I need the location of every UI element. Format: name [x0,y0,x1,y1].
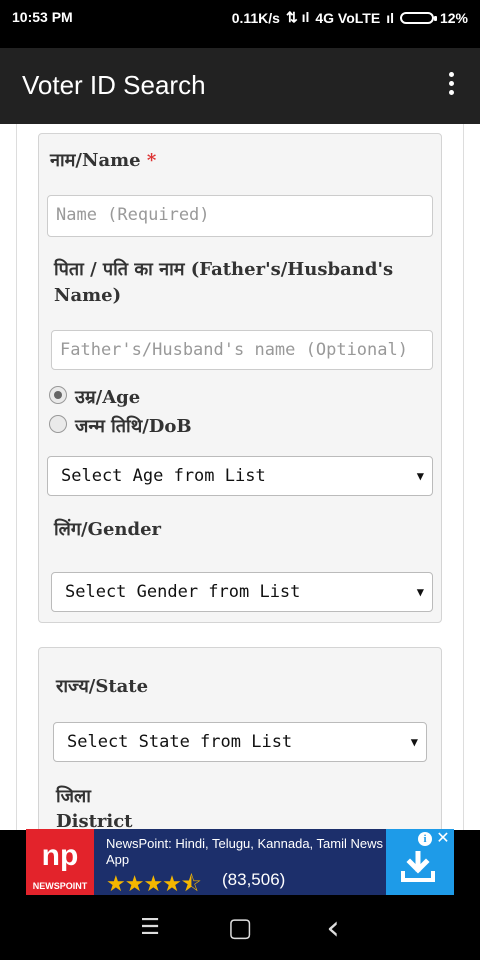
gender-select-value: Select Gender from List [65,582,301,602]
age-select-value: Select Age from List [61,466,266,486]
name-input[interactable]: Name (Required) [47,195,433,237]
dropdown-arrow-icon: ▼ [416,469,424,483]
network-type: 4G VoLTE [315,9,381,26]
newspoint-logo: np NEWSPOINT [26,829,94,895]
ad-info-icon[interactable]: i [418,832,432,846]
state-select-value: Select State from List [67,732,293,752]
required-asterisk: * [146,150,157,171]
network-speed: 0.11K/s [231,9,280,26]
state-select[interactable]: Select State from List ▼ [53,722,427,762]
form-content[interactable]: नाम/Name * Name (Required) पिता / पति का… [0,124,480,830]
status-bar: 10:53 PM 0.11K/s ⇅ ıl 4G VoLTE ıl 12% [0,0,480,48]
rating-count: (83,506) [222,870,286,889]
close-icon[interactable]: ✕ [435,830,451,846]
ad-headline: NewsPoint: Hindi, Telugu, Kannada, Tamil… [106,836,383,867]
age-select[interactable]: Select Age from List ▼ [47,456,433,496]
rating-stars-icon: ★★★★⯪ [106,872,202,895]
personal-details-panel: नाम/Name * Name (Required) पिता / पति का… [38,133,442,623]
install-button[interactable]: i ✕ [386,829,454,895]
dob-option-label[interactable]: जन्म तिथि/DoB [75,414,192,440]
home-icon[interactable]: ▢ [225,914,255,942]
dropdown-arrow-icon: ▼ [416,585,424,599]
age-option-label[interactable]: उम्र/Age [75,385,140,411]
father-husband-label: पिता / पति का नाम (Father's/Husband's Na… [54,259,394,306]
app-bar: Voter ID Search [0,48,480,124]
logo-mark: np [41,839,79,872]
dropdown-arrow-icon: ▼ [410,735,418,749]
page-title: Voter ID Search [22,70,206,100]
download-icon [401,851,435,882]
status-indicators: 0.11K/s ⇅ ıl 4G VoLTE ıl 12% [232,9,468,26]
age-radio[interactable] [49,386,67,404]
battery-level: 12% [439,9,468,26]
signal-icon: ⇅ ıl [285,9,310,25]
signal-icon-2: ıl [386,9,394,26]
system-navigation-bar: ☰ ▢ ‹ [0,896,480,960]
district-label: District [56,811,133,830]
gender-label: लिंग/Gender [54,519,162,540]
status-time: 10:53 PM [12,9,73,25]
location-panel: राज्य/State Select State from List ▼ जिल… [38,647,442,830]
name-label: नाम/Name * [50,150,157,171]
logo-brand: NEWSPOINT [32,881,88,891]
ad-banner[interactable]: np NEWSPOINT NewsPoint: Hindi, Telugu, K… [26,829,454,895]
dob-radio[interactable] [49,415,67,433]
overflow-menu-icon[interactable] [444,72,458,100]
battery-icon [399,11,437,24]
state-label: राज्य/State [56,676,149,697]
back-icon[interactable]: ‹ [318,911,348,945]
district-label-hindi: जिला [56,786,91,807]
father-husband-input[interactable]: Father's/Husband's name (Optional) [51,330,433,370]
gender-select[interactable]: Select Gender from List ▼ [51,572,433,612]
menu-icon[interactable]: ☰ [135,914,165,942]
